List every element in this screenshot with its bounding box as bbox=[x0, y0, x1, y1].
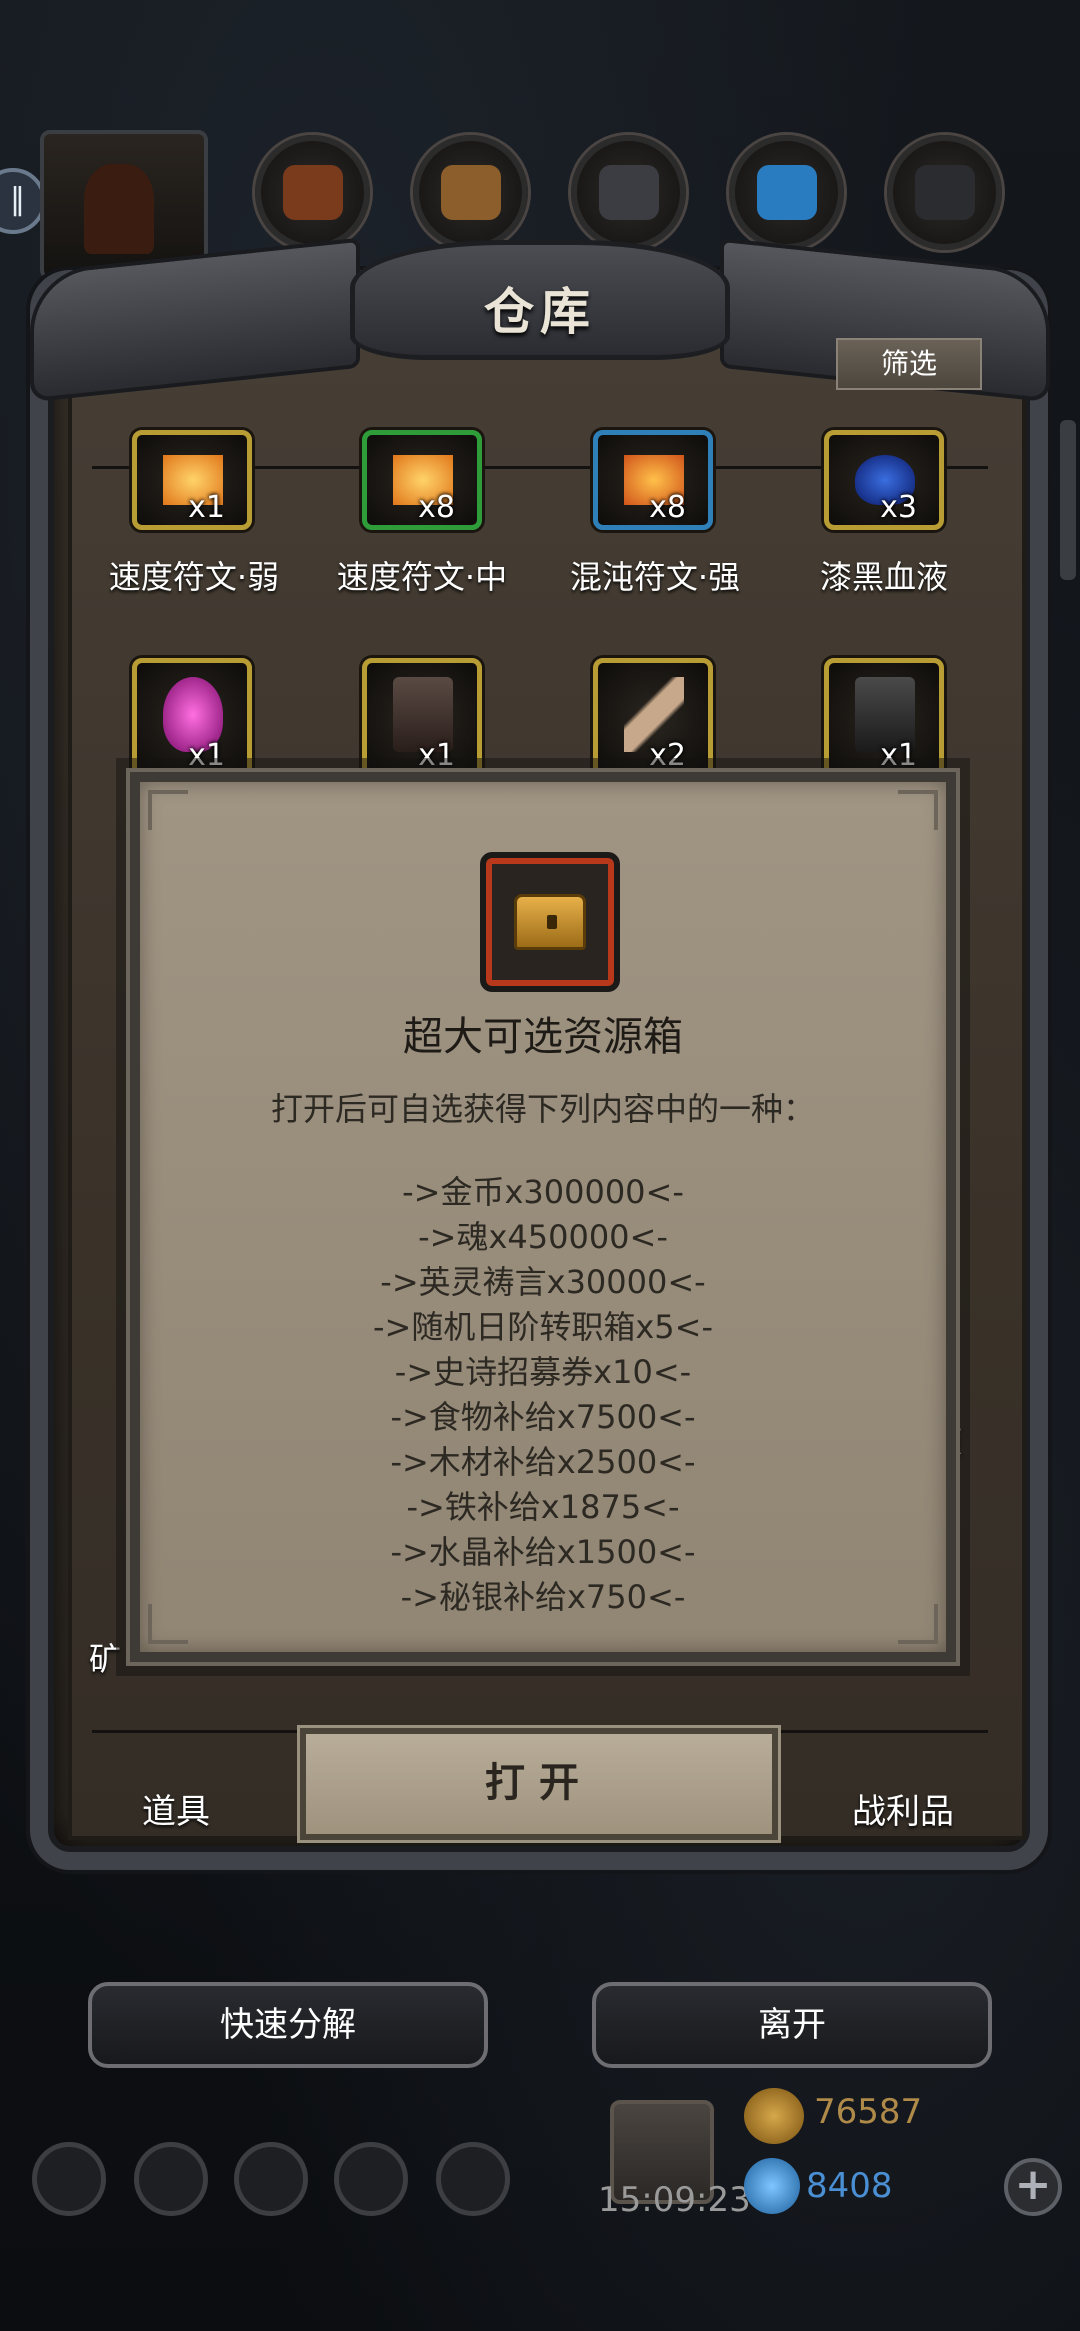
item-slot-claw-card[interactable]: x1 bbox=[824, 658, 944, 778]
gem-count: 8408 bbox=[806, 2166, 893, 2206]
gold-count: 76587 bbox=[814, 2092, 923, 2132]
mail-icon[interactable] bbox=[334, 2142, 408, 2216]
popup-title: 超大可选资源箱 bbox=[403, 1014, 683, 1060]
star-icon[interactable] bbox=[134, 2142, 208, 2216]
popup-corner bbox=[148, 790, 188, 830]
item-label: 混沌符文·强 bbox=[569, 558, 741, 596]
popup-description: 打开后可自选获得下列内容中的一种： bbox=[270, 1090, 815, 1128]
item-slot-pink-crystal[interactable]: x1 bbox=[132, 658, 252, 778]
chest-item-frame bbox=[480, 852, 620, 992]
warehouse-title: 仓库 bbox=[484, 282, 596, 341]
item-qty: x1 bbox=[880, 738, 917, 773]
item-label: 速度符文·中 bbox=[336, 558, 508, 596]
item-qty: x1 bbox=[188, 738, 225, 773]
tab-loot[interactable]: 战利品 bbox=[852, 1784, 954, 1833]
item-qty: x2 bbox=[649, 738, 686, 773]
filter-button[interactable]: 筛选 bbox=[836, 338, 982, 390]
reward-option: ->随机日阶转职箱x5<- bbox=[372, 1308, 714, 1346]
item-qty: x8 bbox=[418, 490, 455, 525]
item-slot-speed-rune-weak[interactable]: x1 bbox=[132, 430, 252, 530]
item-qty: x1 bbox=[188, 490, 225, 525]
gold-coin-icon bbox=[744, 2088, 804, 2144]
meat-resource-icon bbox=[255, 135, 370, 250]
add-currency-button[interactable]: + bbox=[1004, 2158, 1062, 2216]
scroll-edge bbox=[1060, 420, 1076, 580]
guild-icon[interactable] bbox=[234, 2142, 308, 2216]
reward-option: ->铁补给x1875<- bbox=[406, 1488, 680, 1526]
wood-resource-icon bbox=[413, 135, 528, 250]
reward-option: ->秘银补给x750<- bbox=[400, 1578, 686, 1616]
open-button[interactable]: 打开 bbox=[297, 1725, 781, 1843]
item-qty: x8 bbox=[649, 490, 686, 525]
quick-decompose-button[interactable]: 快速分解 bbox=[88, 1982, 488, 2068]
item-detail-popup: 超大可选资源箱 打开后可自选获得下列内容中的一种： ->金币x300000<- … bbox=[126, 768, 960, 1666]
item-slot-bone-figure[interactable]: x2 bbox=[593, 658, 713, 778]
item-slot-dark-box[interactable]: x1 bbox=[362, 658, 482, 778]
reward-options-list: ->金币x300000<- ->魂x450000<- ->英灵祷言x30000<… bbox=[140, 1170, 946, 1620]
settings-icon[interactable] bbox=[32, 2142, 106, 2216]
crystal-resource-icon bbox=[729, 135, 844, 250]
reward-option: ->金币x300000<- bbox=[402, 1173, 684, 1211]
reward-option: ->魂x450000<- bbox=[418, 1218, 668, 1256]
reward-option: ->木材补给x2500<- bbox=[390, 1443, 696, 1481]
countdown-time: 15:09:23 bbox=[598, 2180, 751, 2220]
item-slot-chaos-rune-strong[interactable]: x8 bbox=[593, 430, 713, 530]
treasure-chest-icon bbox=[514, 894, 586, 950]
item-qty: x3 bbox=[880, 490, 917, 525]
reward-option: ->史诗招募券x10<- bbox=[394, 1353, 692, 1391]
leave-button[interactable]: 离开 bbox=[592, 1982, 992, 2068]
iron-resource-icon bbox=[571, 135, 686, 250]
item-qty: x1 bbox=[418, 738, 455, 773]
item-slot-speed-rune-mid[interactable]: x8 bbox=[362, 430, 482, 530]
item-slot-black-blood[interactable]: x3 bbox=[824, 430, 944, 530]
reward-option: ->水晶补给x1500<- bbox=[390, 1533, 696, 1571]
reward-option: ->食物补给x7500<- bbox=[390, 1398, 696, 1436]
handshake-icon[interactable] bbox=[436, 2142, 510, 2216]
item-label: 漆黑血液 bbox=[819, 558, 948, 596]
tab-items[interactable]: 道具 bbox=[142, 1784, 210, 1833]
mithril-resource-icon bbox=[887, 135, 1002, 250]
reward-option: ->英灵祷言x30000<- bbox=[380, 1263, 706, 1301]
gem-icon bbox=[744, 2158, 800, 2214]
popup-corner bbox=[898, 790, 938, 830]
item-label: 速度符文·弱 bbox=[108, 558, 280, 596]
